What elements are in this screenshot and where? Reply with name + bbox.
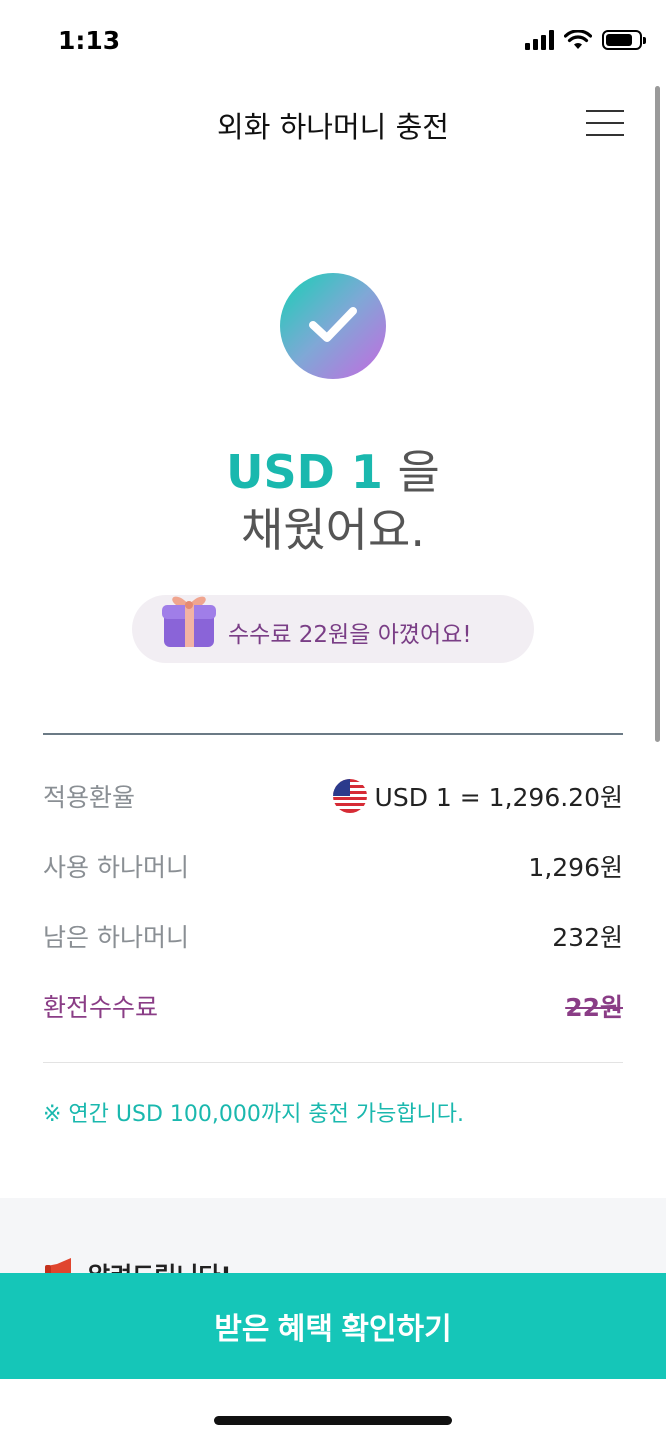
exchange-fee-value: 22원 (565, 993, 623, 1022)
section-divider (43, 733, 623, 735)
check-benefits-label: 받은 혜택 확인하기 (214, 1313, 452, 1346)
exchange-rate-value: USD 1 = 1,296.20원 (374, 783, 623, 812)
saving-badge: 수수료 22원을 아꼈어요! (132, 595, 534, 663)
details-divider (43, 1062, 623, 1063)
success-check-icon (280, 273, 386, 379)
used-hanamoney-value: 1,296원 (528, 853, 623, 882)
scrollbar[interactable] (655, 86, 660, 742)
result-message: 채웠어요. (241, 503, 425, 557)
battery-level (606, 34, 632, 46)
header: 외화 하나머니 충전 (0, 84, 666, 164)
wifi-icon (564, 30, 592, 49)
battery-icon (602, 30, 646, 50)
gift-icon (162, 596, 216, 647)
page-title: 외화 하나머니 충전 (217, 110, 449, 144)
remaining-hanamoney-row: 남은 하나머니 232원 (43, 912, 623, 952)
charged-amount: USD 1 (226, 445, 383, 499)
exchange-rate-row: 적용환율 USD 1 = 1,296.20원 (43, 772, 623, 813)
status-time: 1:13 (58, 26, 121, 55)
exchange-rate-label: 적용환율 (43, 783, 136, 812)
exchange-fee-row: 환전수수료 22원 (43, 982, 623, 1022)
saving-text: 수수료 22원을 아꼈어요! (228, 622, 472, 648)
alert-section: 알려드립니다! (0, 1198, 666, 1290)
hamburger-menu-icon[interactable] (586, 108, 626, 138)
annual-limit-notice: ※ 연간 USD 100,000까지 충전 가능합니다. (43, 1102, 465, 1127)
status-bar: 1:13 (0, 0, 666, 84)
used-hanamoney-row: 사용 하나머니 1,296원 (43, 842, 623, 882)
result-amount-line: USD 1 을 (0, 436, 666, 502)
us-flag-icon (332, 779, 367, 813)
cellular-signal-icon (525, 30, 554, 50)
status-icons (525, 30, 646, 50)
remaining-hanamoney-value: 232원 (552, 923, 623, 952)
result-particle: 을 (397, 445, 440, 499)
home-indicator (214, 1416, 452, 1425)
exchange-rate-value-wrap: USD 1 = 1,296.20원 (332, 778, 623, 816)
check-benefits-button[interactable]: 받은 혜택 확인하기 (0, 1273, 666, 1379)
used-hanamoney-label: 사용 하나머니 (43, 853, 189, 882)
exchange-fee-label: 환전수수료 (43, 993, 159, 1022)
remaining-hanamoney-label: 남은 하나머니 (43, 923, 189, 952)
